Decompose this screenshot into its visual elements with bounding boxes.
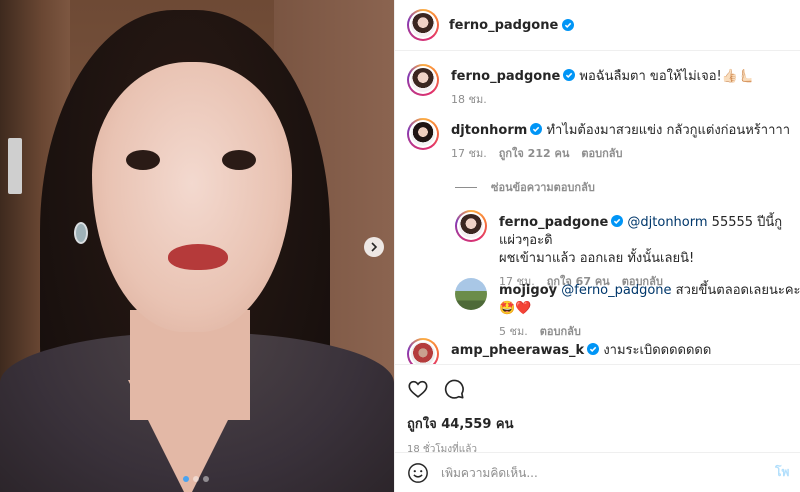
comment-likes[interactable]: ถูกใจ 212 คน: [499, 144, 570, 162]
heart-icon[interactable]: [407, 378, 429, 400]
emoji-icon[interactable]: [407, 462, 429, 484]
carousel-dot-2: [193, 476, 199, 482]
comment-item: djtonhorm ทำไมต้องมาสวยแข่ง กลัวกูแต่งก่…: [407, 118, 790, 162]
chevron-right-icon: [371, 242, 378, 252]
verified-badge-icon: [563, 69, 576, 81]
reply-avatar[interactable]: [455, 278, 487, 310]
comment-username[interactable]: djtonhorm: [451, 123, 527, 138]
reply-mention[interactable]: @djtonhorm: [627, 215, 707, 230]
photo-eye-left: [126, 150, 160, 170]
verified-badge-icon: [562, 19, 575, 31]
reply-item: mojigoy @ferno_padgone สวยขึ้นตลอดเลยนะค…: [455, 278, 800, 340]
photo-earring: [74, 222, 88, 244]
door-hinge: [8, 138, 22, 194]
carousel-dot-3: [203, 476, 209, 482]
comment-avatar[interactable]: [407, 118, 439, 150]
comment-icon[interactable]: [443, 378, 465, 400]
caption: ferno_padgone พอฉันลืมตา ขอให้ไม่เจอ!👍🏻🫷…: [407, 64, 754, 108]
verified-badge-icon: [611, 215, 624, 227]
comment-username[interactable]: amp_pheerawas_k: [451, 343, 584, 358]
comment-item-partial: amp_pheerawas_k งามระเบิดดดดดดด: [407, 338, 711, 364]
hide-replies-label: ซ่อนข้อความตอบกลับ: [491, 181, 595, 194]
hide-replies-button[interactable]: ซ่อนข้อความตอบกลับ: [455, 178, 595, 196]
comment-reply-button[interactable]: ตอบกลับ: [581, 144, 622, 162]
carousel-next-button[interactable]: [364, 237, 384, 257]
post-panel: ferno_padgone ferno_padgone พอฉันลืมตา ข…: [394, 0, 800, 492]
reply-username[interactable]: ferno_padgone: [499, 215, 608, 230]
caption-avatar[interactable]: [407, 64, 439, 96]
comment-text: ทำไมต้องมาสวยแข่ง กลัวกูแต่งก่อนหร้าาาา: [546, 123, 790, 138]
verified-badge-icon: [530, 123, 543, 135]
caption-username[interactable]: ferno_padgone: [451, 69, 560, 84]
comment-avatar[interactable]: [407, 338, 439, 364]
carousel-dots: [183, 476, 209, 482]
post-comment-button[interactable]: โพสต์: [775, 463, 789, 482]
comment-time: 17 ชม.: [451, 147, 487, 160]
comments-list[interactable]: ferno_padgone พอฉันลืมตา ขอให้ไม่เจอ!👍🏻🫷…: [395, 52, 800, 364]
caption-text: พอฉันลืมตา ขอให้ไม่เจอ!👍🏻🫷🏻: [579, 69, 755, 84]
comment-input[interactable]: [441, 465, 763, 480]
likes-count[interactable]: ถูกใจ 44,559 คน: [407, 413, 789, 434]
comment-composer: โพสต์: [395, 452, 800, 492]
post-media[interactable]: [0, 0, 394, 492]
reply-mention[interactable]: @ferno_padgone: [561, 283, 671, 298]
reply-text-line2: ผชเข้ามาแล้ว ออกเลย ทั้งนั้นเลยนิ!: [499, 251, 695, 266]
post-actions: ถูกใจ 44,559 คน 18 ชั่วโมงที่แล้ว: [395, 364, 800, 457]
caption-time: 18 ชม.: [451, 93, 487, 106]
verified-badge-icon: [587, 343, 600, 355]
author-username[interactable]: ferno_padgone: [449, 18, 558, 33]
photo-eye-right: [222, 150, 256, 170]
reply-avatar[interactable]: [455, 210, 487, 242]
author-avatar[interactable]: [407, 9, 439, 41]
reply-username[interactable]: mojigoy: [499, 283, 557, 298]
carousel-dot-1: [183, 476, 189, 482]
post-header: ferno_padgone: [395, 0, 800, 51]
hide-replies-line: [455, 186, 477, 188]
action-icons: [407, 371, 789, 407]
photo-lips: [168, 244, 228, 270]
comment-text: งามระเบิดดดดดดด: [603, 343, 712, 358]
